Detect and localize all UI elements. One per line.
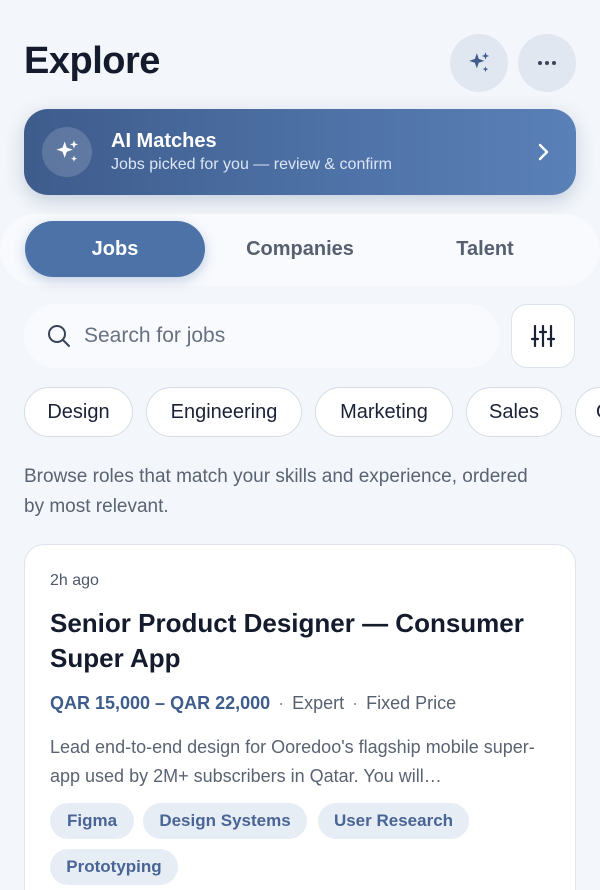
tab-jobs[interactable]: Jobs [25,221,205,277]
tab-talent[interactable]: Talent [395,221,575,277]
meta-separator: · [352,693,359,713]
segmented-tabs: Jobs Companies Talent [0,214,600,286]
banner-subtitle: Jobs picked for you — review & confirm [111,156,392,173]
chip-sales[interactable]: Sales [466,387,562,437]
job-summary: Lead end-to-end design for Ooredoo's fla… [50,737,535,786]
sliders-icon [530,324,556,348]
explore-screen: Explore AI Matches Jobs picked for you —… [0,0,600,890]
ai-matches-banner[interactable]: AI Matches Jobs picked for you — review … [24,109,576,195]
experience-level: Expert [292,693,345,713]
filter-button[interactable] [511,304,575,368]
search-bar [24,304,500,368]
skill-tag: Figma [50,803,134,839]
contract-type: Fixed Price [366,693,457,713]
salary-range: QAR 15,000 – QAR 22,000 [50,693,271,713]
chevron-right-icon [538,143,549,161]
ai-sparkle-button[interactable] [450,34,508,92]
skill-tag: User Research [318,803,469,839]
chip-marketing[interactable]: Marketing [315,387,453,437]
sparkle-icon [56,140,79,162]
job-meta: QAR 15,000 – QAR 22,000 · Expert · Fixed Pri… [50,693,456,714]
chip-design[interactable]: Design [24,387,133,437]
job-card[interactable]: 2h ago Senior Product Designer — Consume… [24,544,576,890]
more-options-button[interactable] [518,34,576,92]
search-input[interactable] [84,304,484,368]
banner-icon-wrap [42,127,92,177]
sparkle-icon [469,52,490,73]
meta-separator: · [278,693,285,713]
skill-tag: Prototyping [50,849,178,885]
chip-operations[interactable]: Operations [575,387,600,437]
skill-tag: Design Systems [143,803,307,839]
search-icon [48,325,70,347]
browse-description: Browse roles that match your skills and … [24,466,528,517]
more-horizontal-icon [538,61,556,65]
banner-title: AI Matches [111,130,217,152]
posted-time: 2h ago [50,572,99,589]
chip-engineering[interactable]: Engineering [146,387,302,437]
page-title: Explore [24,40,160,82]
tab-companies[interactable]: Companies [210,221,390,277]
job-title[interactable]: Senior Product Designer — Consumer Super… [50,606,550,676]
